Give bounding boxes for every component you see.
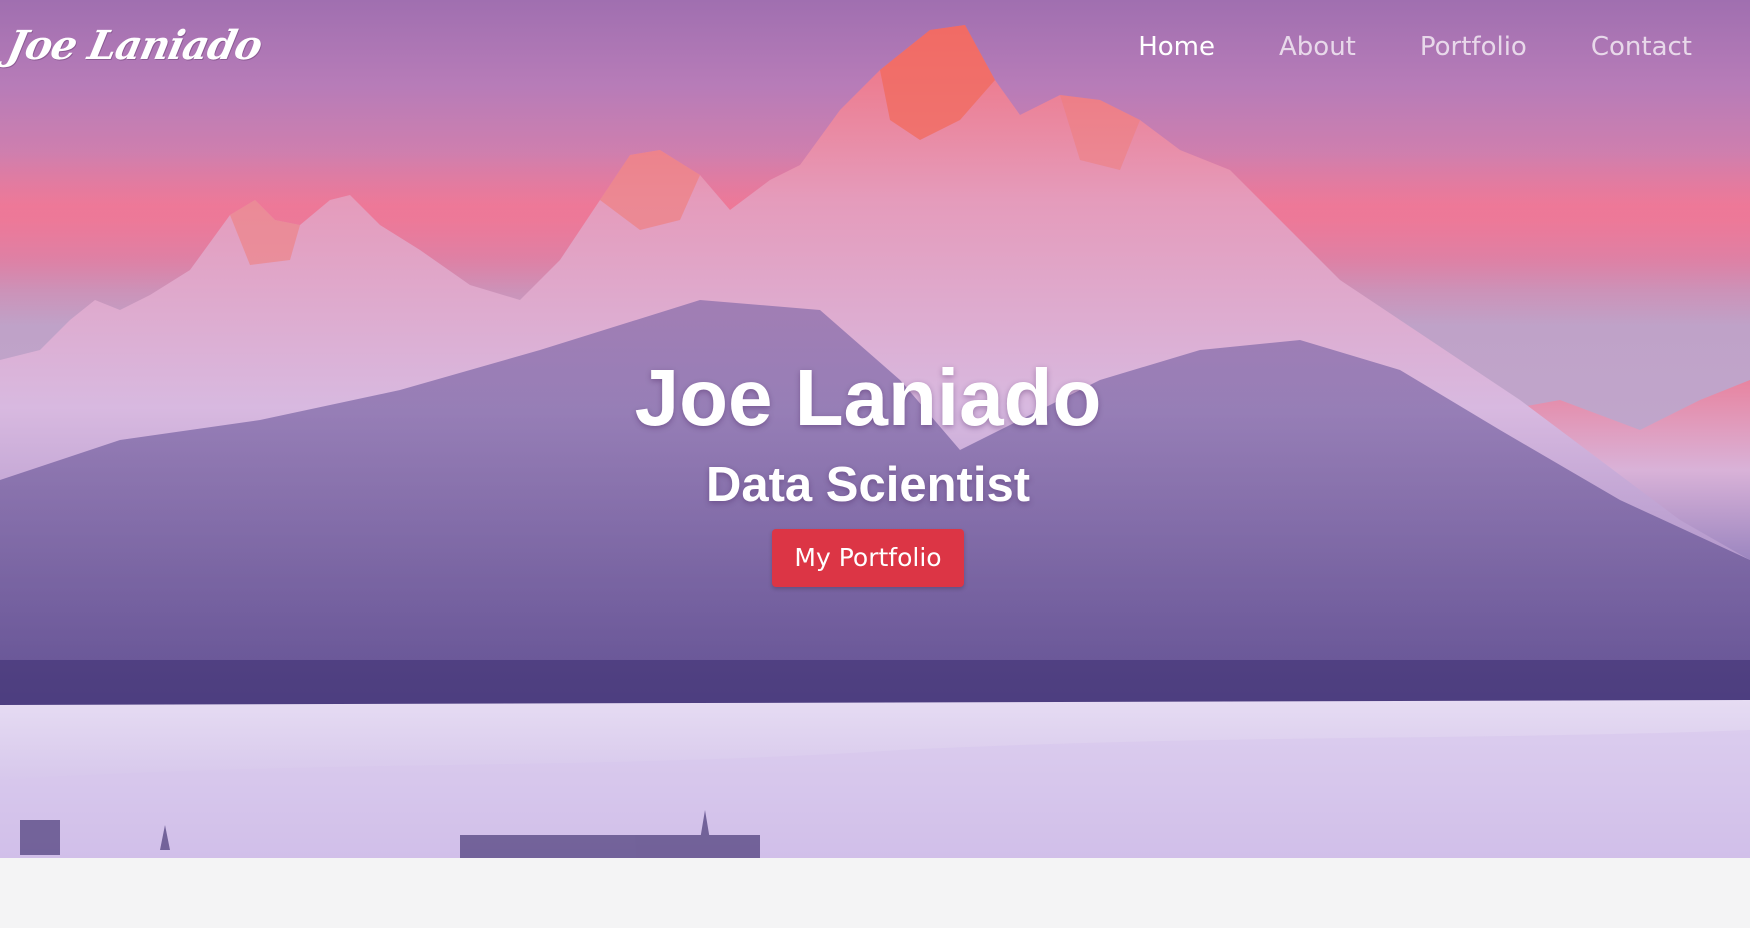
nav-item-portfolio[interactable]: Portfolio <box>1420 32 1527 62</box>
next-section <box>0 858 1750 928</box>
nav-item-contact[interactable]: Contact <box>1591 32 1692 62</box>
my-portfolio-button[interactable]: My Portfolio <box>772 529 964 587</box>
hero-role: Data Scientist <box>705 458 1031 512</box>
hero-name: Joe Laniado <box>634 353 1102 442</box>
nav-item-home[interactable]: Home <box>1138 32 1215 62</box>
site-logo[interactable]: Joe Laniado <box>3 22 266 69</box>
hero-content: Joe Laniado Data Scientist My Portfolio <box>0 354 1736 587</box>
hero-section: Joe Laniado Home About Portfolio Contact… <box>0 0 1750 858</box>
nav-item-about[interactable]: About <box>1279 32 1356 62</box>
nav-menu: Home About Portfolio Contact <box>1074 32 1692 62</box>
top-navbar: Joe Laniado Home About Portfolio Contact <box>0 0 1750 100</box>
